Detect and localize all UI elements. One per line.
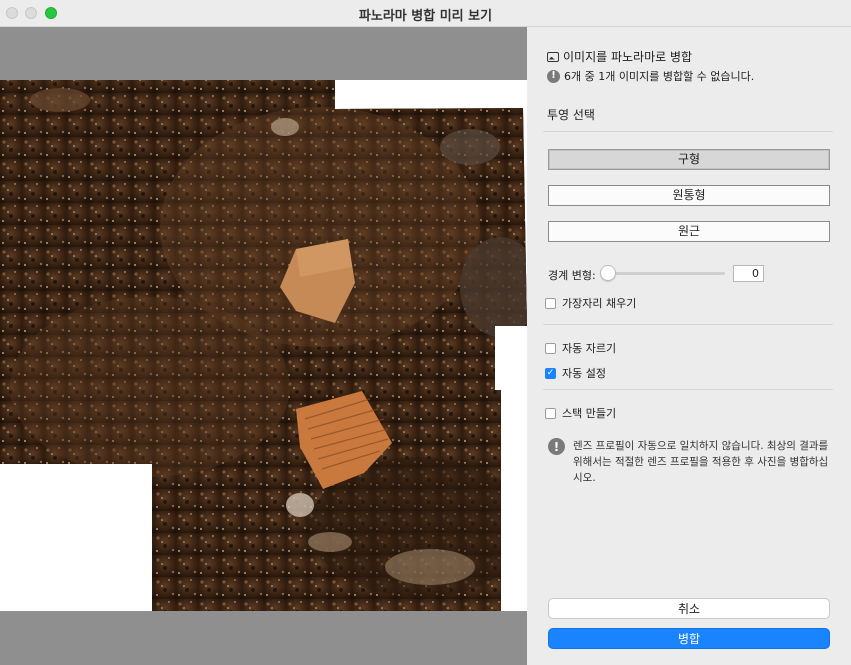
create-stack-checkbox[interactable] [545,407,556,419]
checkmark-icon: ✓ [546,367,555,378]
auto-crop-checkbox[interactable] [545,342,556,354]
auto-settings-checkbox[interactable]: ✓ [545,367,556,379]
merge-options-panel: 이미지를 파노라마로 병합 ! 6개 중 1개 이미지를 병합할 수 없습니다.… [527,27,851,665]
title-bar: 파노라마 병합 미리 보기 [0,0,851,27]
auto-crop-option[interactable]: 자동 자르기 [545,340,616,356]
panorama-preview [0,27,527,665]
auto-settings-label: 자동 설정 [562,367,606,380]
boundary-warp-slider-knob[interactable] [600,265,616,281]
merge-header-label: 이미지를 파노라마로 병합 [563,50,693,64]
cancel-button[interactable]: 취소 [548,598,830,619]
boundary-warp-slider[interactable] [605,272,725,275]
projection-label: 투영 선택 [547,108,595,122]
panorama-image-icon [547,51,559,62]
merge-header: 이미지를 파노라마로 병합 [547,48,692,65]
fill-edges-option[interactable]: 가장자리 채우기 [545,295,636,311]
exclamation-circle-icon: ! [547,69,560,83]
exclamation-circle-icon: ! [548,438,565,455]
lens-profile-note: 렌즈 프로필이 자동으로 일치하지 않습니다. 최상의 결과를 위해서는 적절한… [573,440,829,484]
boundary-warp-value-field[interactable]: 0 [733,265,764,282]
projection-perspective-button[interactable]: 원근 [548,221,830,242]
panorama-image [0,80,527,611]
projection-spherical-button[interactable]: 구형 [548,149,830,170]
divider [543,324,833,325]
merge-button[interactable]: 병합 [548,628,830,649]
merge-warning: ! 6개 중 1개 이미지를 병합할 수 없습니다. [547,68,754,84]
merge-warning-text: 6개 중 1개 이미지를 병합할 수 없습니다. [564,70,755,83]
create-stack-option[interactable]: 스택 만들기 [545,405,616,421]
fill-edges-label: 가장자리 채우기 [562,297,637,310]
auto-settings-option[interactable]: ✓ 자동 설정 [545,365,606,381]
window-title: 파노라마 병합 미리 보기 [358,9,493,24]
divider [543,389,833,390]
fill-edges-checkbox[interactable] [545,297,556,309]
boundary-warp-label: 경계 변형: [548,269,596,282]
projection-cylindrical-button[interactable]: 원통형 [548,185,830,206]
create-stack-label: 스택 만들기 [562,407,617,420]
auto-crop-label: 자동 자르기 [562,342,617,355]
divider [543,131,833,132]
